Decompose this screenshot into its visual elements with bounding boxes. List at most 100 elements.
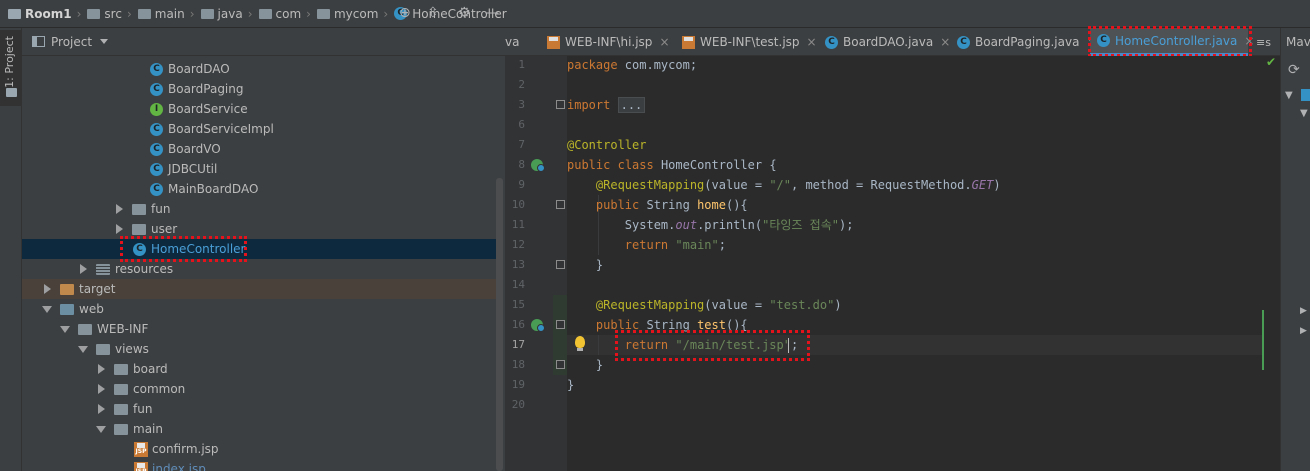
expand-arrow-icon[interactable] bbox=[116, 224, 123, 234]
collapse-arrow-icon[interactable] bbox=[96, 425, 106, 433]
spring-bean-icon[interactable] bbox=[531, 159, 545, 172]
breadcrumb-item-room1[interactable]: Room1 bbox=[8, 7, 72, 21]
scroll-change-marker bbox=[1262, 310, 1264, 370]
expand-arrow-icon[interactable] bbox=[44, 284, 51, 294]
chevron-right-icon: › bbox=[247, 6, 253, 21]
tree-item[interactable]: fun bbox=[22, 399, 498, 419]
collapse-arrow-icon[interactable] bbox=[42, 305, 52, 313]
tree-item[interactable]: user bbox=[22, 219, 498, 239]
tree-item[interactable]: WEB-INF bbox=[22, 319, 498, 339]
code-editor[interactable] bbox=[567, 56, 1280, 471]
tab-hi-jsp[interactable]: WEB-INF\hi.jsp × bbox=[545, 28, 670, 56]
expand-arrow-icon[interactable]: ▶ bbox=[1300, 306, 1307, 316]
collapse-arrow-icon[interactable] bbox=[78, 345, 88, 353]
spring-bean-icon[interactable] bbox=[531, 319, 545, 332]
breadcrumb-item-java[interactable]: java bbox=[200, 7, 243, 21]
navigation-breadcrumb: Room1 › src › main › java › com › mycom › C Hom… bbox=[0, 0, 1310, 28]
code-line: public String test(){ bbox=[595, 318, 748, 332]
maven-panel-title: Mave bbox=[1286, 35, 1310, 49]
expand-arrow-icon[interactable] bbox=[80, 264, 87, 274]
tree-item-selected[interactable]: C HomeController bbox=[22, 239, 498, 259]
breadcrumb-label: src bbox=[104, 6, 122, 21]
locate-target-icon[interactable]: ⊕ bbox=[399, 6, 411, 20]
tree-item[interactable]: I BoardService bbox=[22, 99, 498, 119]
code-line: @RequestMapping(value = "/", method = Re… bbox=[595, 178, 1001, 192]
tree-item[interactable]: web bbox=[22, 299, 498, 319]
tree-item[interactable]: C BoardServiceImpl bbox=[22, 119, 498, 139]
fold-icon[interactable] bbox=[556, 260, 565, 269]
maven-project-icon bbox=[1301, 89, 1310, 101]
tree-item[interactable]: resources bbox=[22, 259, 498, 279]
refresh-icon[interactable]: ⟳ bbox=[1288, 62, 1300, 78]
tree-item[interactable]: C JDBCUtil bbox=[22, 159, 498, 179]
tabs-overflow-label: ≡s bbox=[1256, 35, 1271, 49]
fold-icon[interactable] bbox=[556, 100, 565, 109]
line-number: 7 bbox=[518, 138, 525, 151]
tab-overflow-left[interactable]: va bbox=[505, 28, 543, 56]
chevron-right-icon: › bbox=[189, 6, 195, 21]
tree-item-label: BoardDAO bbox=[168, 62, 230, 76]
expand-arrow-icon[interactable] bbox=[98, 404, 105, 414]
collapse-all-icon[interactable]: ⇳ bbox=[427, 6, 439, 20]
project-folder-icon bbox=[8, 8, 21, 19]
tree-item-label: fun bbox=[133, 402, 153, 416]
gear-icon[interactable]: ⚙ bbox=[458, 6, 471, 20]
code-line: } bbox=[595, 258, 604, 272]
tree-item[interactable]: board bbox=[22, 359, 498, 379]
close-icon[interactable]: × bbox=[659, 35, 669, 49]
tree-item[interactable]: JSP index.jsp bbox=[22, 459, 498, 471]
tabs-overflow-menu[interactable]: ≡s bbox=[1256, 28, 1271, 56]
expand-arrow-icon[interactable] bbox=[116, 204, 123, 214]
expand-arrow-icon[interactable] bbox=[98, 364, 105, 374]
tree-item[interactable]: C BoardVO bbox=[22, 139, 498, 159]
tree-item-label: confirm.jsp bbox=[152, 442, 219, 456]
project-panel-title: Project bbox=[51, 34, 93, 49]
tree-item[interactable]: main bbox=[22, 419, 498, 439]
breadcrumb-item-mycom[interactable]: mycom bbox=[316, 7, 378, 21]
tree-item[interactable]: target bbox=[22, 279, 498, 299]
fold-icon[interactable] bbox=[556, 360, 565, 369]
tree-item-label: BoardServiceImpl bbox=[168, 122, 274, 136]
expand-arrow-icon[interactable]: ▶ bbox=[1300, 326, 1307, 336]
tree-item[interactable]: C BoardPaging bbox=[22, 79, 498, 99]
chevron-right-icon: › bbox=[76, 6, 82, 21]
breadcrumb-item-main[interactable]: main bbox=[137, 7, 185, 21]
tab-homecontroller-java[interactable]: C HomeController.java × bbox=[1090, 28, 1254, 56]
tree-item[interactable]: JSP confirm.jsp bbox=[22, 439, 498, 459]
tab-test-jsp[interactable]: WEB-INF\test.jsp × bbox=[680, 28, 817, 56]
close-icon[interactable]: × bbox=[940, 35, 950, 49]
class-icon: C bbox=[150, 82, 163, 96]
line-number: 18 bbox=[511, 358, 525, 371]
tree-item[interactable]: common bbox=[22, 379, 498, 399]
collapse-arrow-icon[interactable]: ▼ bbox=[1300, 108, 1308, 119]
expand-arrow-icon[interactable] bbox=[98, 384, 105, 394]
line-number: 9 bbox=[518, 178, 525, 191]
jsp-file-icon: JSP bbox=[134, 441, 148, 457]
tab-boarddao-java[interactable]: C BoardDAO.java × bbox=[823, 28, 950, 56]
close-icon[interactable]: × bbox=[807, 35, 817, 49]
class-icon: C bbox=[150, 162, 163, 176]
hide-panel-icon[interactable]: — bbox=[485, 6, 499, 20]
tab-boardpaging-java[interactable]: CBoardPaging.java× bbox=[955, 28, 1097, 56]
tree-item[interactable]: C BoardDAO bbox=[22, 59, 498, 79]
close-icon[interactable]: × bbox=[1244, 34, 1254, 48]
collapse-arrow-icon[interactable] bbox=[60, 325, 70, 333]
fold-icon[interactable] bbox=[556, 200, 565, 209]
breadcrumb-label: com bbox=[275, 6, 302, 21]
project-view-selector[interactable]: Project bbox=[32, 34, 109, 49]
tab-label: WEB-INF\test.jsp bbox=[700, 35, 800, 49]
tree-item[interactable]: fun bbox=[22, 199, 498, 219]
line-number: 10 bbox=[511, 198, 525, 211]
breadcrumb-item-com[interactable]: com bbox=[258, 6, 302, 21]
breadcrumb-label: Room1 bbox=[25, 6, 72, 21]
maven-panel-header[interactable]: Mave bbox=[1280, 28, 1310, 56]
tree-item[interactable]: C MainBoardDAO bbox=[22, 179, 498, 199]
code-line: import ... bbox=[567, 95, 646, 115]
collapse-arrow-icon[interactable]: ▼ bbox=[1285, 90, 1293, 101]
project-panel-scrollbar[interactable] bbox=[496, 178, 503, 471]
tree-item[interactable]: views bbox=[22, 339, 498, 359]
collapsed-imports[interactable]: ... bbox=[617, 97, 646, 113]
line-number: 8 bbox=[518, 158, 525, 171]
breadcrumb-item-src[interactable]: src bbox=[87, 7, 122, 21]
fold-icon[interactable] bbox=[556, 320, 565, 329]
